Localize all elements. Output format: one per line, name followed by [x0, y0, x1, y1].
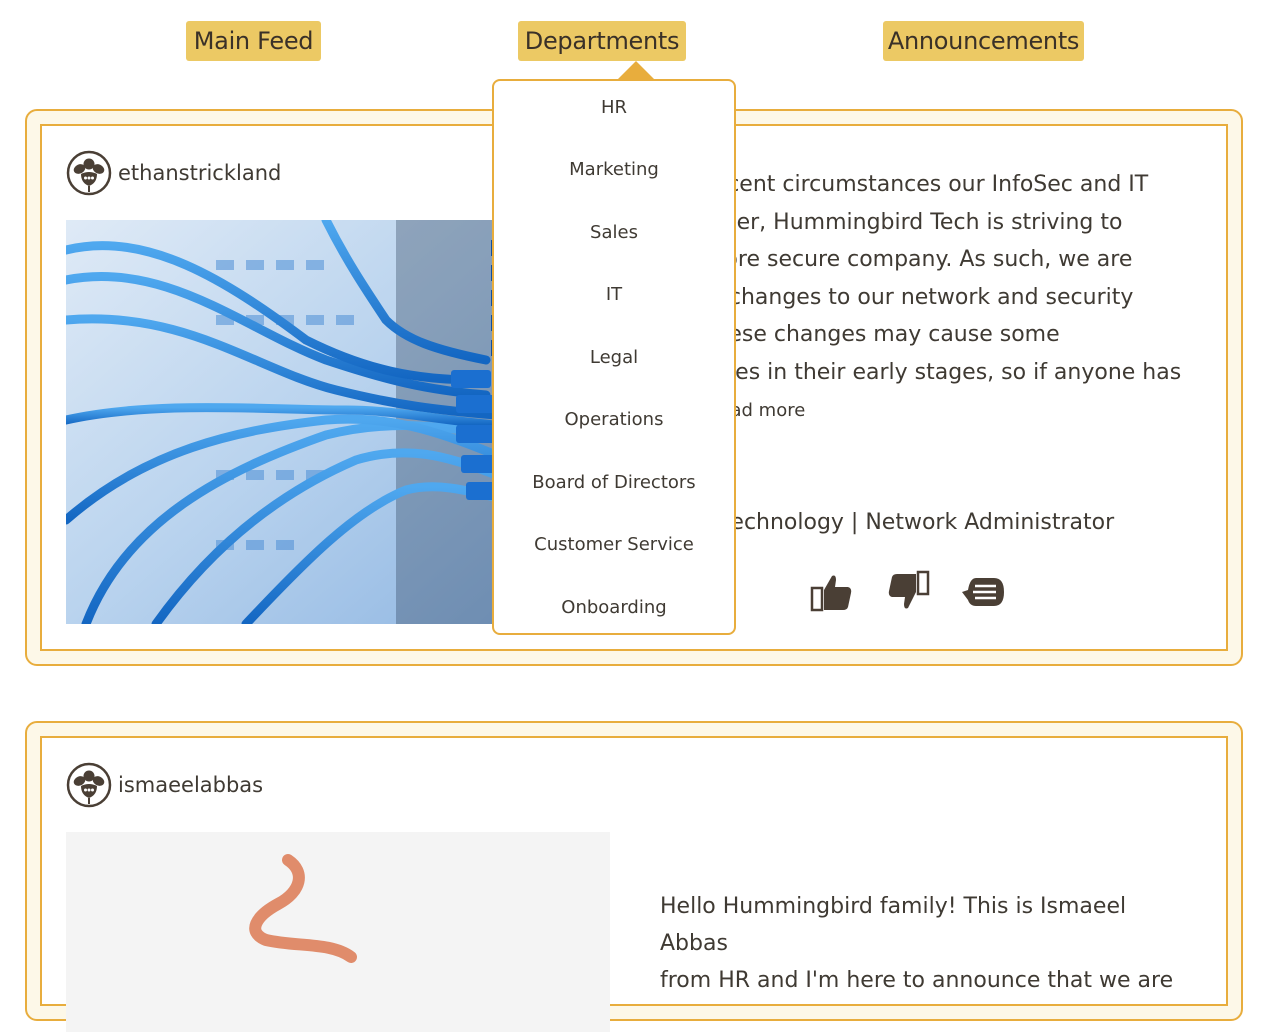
post-author-name[interactable]: ethanstrickland [118, 161, 281, 185]
post-author-name[interactable]: ismaeelabbas [118, 773, 263, 797]
thumbs-up-icon[interactable] [810, 570, 854, 614]
network-cables-image [66, 220, 536, 624]
post-text-line: ell under, Hummingbird Tech is striving … [662, 209, 1123, 235]
post-text-line: some changes to our network and security [662, 284, 1134, 310]
nav-announcements[interactable]: Announcements [883, 21, 1084, 61]
post-author[interactable]: ethanstrickland [66, 150, 281, 196]
post-image [66, 220, 536, 624]
post-card: ismaeelabbas Hello Hummingbird family! T… [25, 721, 1243, 1032]
post-text-line: eniences in their early stages, so if an… [662, 359, 1182, 385]
dropdown-item-marketing[interactable]: Marketing [494, 159, 734, 180]
dropdown-item-customer-service[interactable]: Customer Service [494, 534, 734, 555]
thumbs-down-icon[interactable] [886, 570, 930, 614]
nav-departments[interactable]: Departments [518, 21, 686, 61]
post-card-inner: ismaeelabbas Hello Hummingbird family! T… [40, 736, 1228, 1032]
post-image [66, 832, 610, 1032]
dropdown-item-hr[interactable]: HR [494, 97, 734, 118]
illustration-image [66, 832, 610, 1032]
dropdown-caret [617, 61, 655, 80]
post-text-line: e a more secure company. As such, we are [662, 247, 1133, 272]
dropdown-item-board-of-directors[interactable]: Board of Directors [494, 472, 734, 493]
hummingbird-avatar-icon [66, 150, 112, 196]
post-text-line: es. These changes may cause some [662, 322, 1060, 347]
post-body-text: the recent circumstances our InfoSec and… [662, 166, 1192, 430]
dropdown-item-it[interactable]: IT [494, 284, 734, 305]
post-text-line: the recent circumstances our InfoSec and… [662, 172, 1149, 197]
post-text-line: from HR and I'm here to announce that we… [660, 968, 1174, 993]
dropdown-item-operations[interactable]: Operations [494, 409, 734, 430]
post-text-line: Hello Hummingbird family! This is Ismaee… [660, 894, 1127, 956]
dropdown-item-legal[interactable]: Legal [494, 347, 734, 368]
hummingbird-avatar-icon [66, 762, 112, 808]
post-text-line: e, ... read more [662, 391, 1192, 430]
nav-main-feed[interactable]: Main Feed [186, 21, 321, 61]
post-body-text: Hello Hummingbird family! This is Ismaee… [660, 888, 1180, 999]
dropdown-item-onboarding[interactable]: Onboarding [494, 597, 734, 618]
departments-dropdown: HR Marketing Sales IT Legal Operations B… [492, 79, 736, 635]
comment-icon[interactable] [962, 570, 1006, 614]
dropdown-item-sales[interactable]: Sales [494, 222, 734, 243]
post-author[interactable]: ismaeelabbas [66, 762, 263, 808]
